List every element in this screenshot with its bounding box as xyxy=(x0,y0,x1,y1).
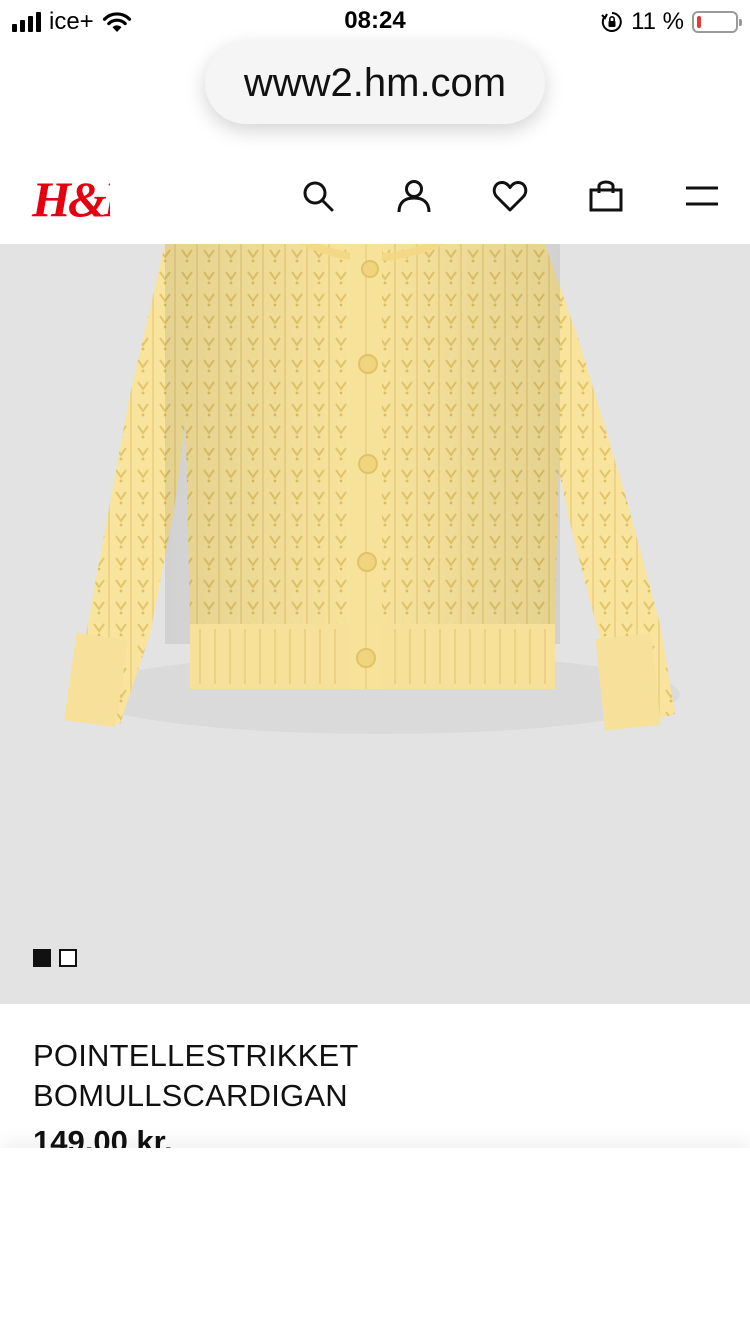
bag-icon xyxy=(589,180,623,212)
bag-button[interactable] xyxy=(586,176,626,216)
product-name-line-2: BOMULLSCARDIGAN xyxy=(33,1078,348,1113)
status-right: 11 % xyxy=(601,8,742,36)
product-info: POINTELLESTRIKKET BOMULLSCARDIGAN 149,00… xyxy=(33,1036,723,1162)
product-name: POINTELLESTRIKKET BOMULLSCARDIGAN xyxy=(33,1036,723,1116)
search-icon xyxy=(303,181,334,212)
hm-logo-text: H&M xyxy=(31,171,110,225)
battery-icon xyxy=(692,11,742,33)
url-bar[interactable]: www2.hm.com xyxy=(205,42,545,124)
menu-icon xyxy=(686,186,718,206)
gallery-dot-2[interactable] xyxy=(59,949,77,967)
battery-percent: 11 % xyxy=(631,8,684,35)
bottom-panel xyxy=(0,1148,750,1334)
product-image-gallery[interactable] xyxy=(0,244,750,1004)
search-button[interactable] xyxy=(298,176,338,216)
battery-level xyxy=(697,16,701,28)
favorites-icon xyxy=(492,180,528,212)
product-image[interactable] xyxy=(0,244,750,1004)
account-icon xyxy=(397,180,431,213)
status-bar: ice+ 08:24 11 % xyxy=(0,0,750,40)
site-header: H&M xyxy=(0,150,750,244)
hm-logo[interactable]: H&M xyxy=(30,170,110,225)
url-text: www2.hm.com xyxy=(243,60,507,105)
favorites-button[interactable] xyxy=(490,176,530,216)
product-name-line-1: POINTELLESTRIKKET xyxy=(33,1038,359,1073)
gallery-pagination xyxy=(33,949,77,967)
gallery-dot-1[interactable] xyxy=(33,949,51,967)
orientation-lock-icon xyxy=(601,12,622,32)
menu-button[interactable] xyxy=(682,176,722,216)
account-button[interactable] xyxy=(394,176,434,216)
